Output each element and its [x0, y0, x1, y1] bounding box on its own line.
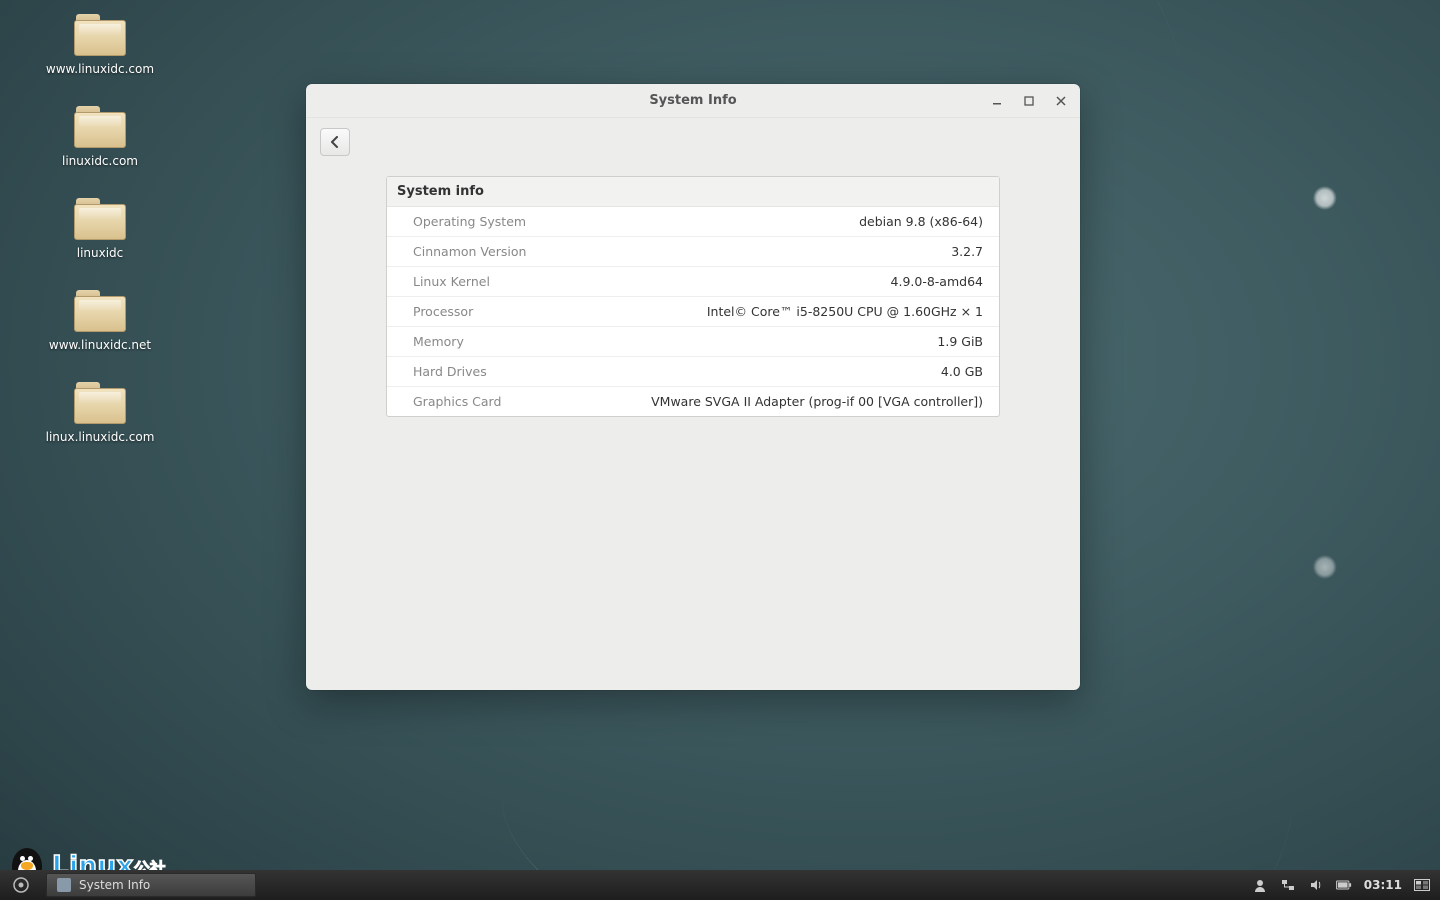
titlebar[interactable]: System Info [306, 84, 1080, 118]
info-row-cinnamon: Cinnamon Version 3.2.7 [387, 237, 999, 267]
clock[interactable]: 03:11 [1364, 878, 1402, 892]
menu-icon [12, 876, 30, 894]
info-label: Hard Drives [413, 364, 487, 379]
info-row-drives: Hard Drives 4.0 GB [387, 357, 999, 387]
info-label: Linux Kernel [413, 274, 490, 289]
info-row-memory: Memory 1.9 GiB [387, 327, 999, 357]
chevron-left-icon [329, 136, 341, 148]
desktop-folder[interactable]: linux.linuxidc.com [40, 382, 160, 444]
taskbar-left: System Info [0, 870, 256, 900]
info-value: Intel© Core™ i5-8250U CPU @ 1.60GHz × 1 [707, 304, 983, 319]
info-value: 1.9 GiB [937, 334, 983, 349]
info-row-kernel: Linux Kernel 4.9.0-8-amd64 [387, 267, 999, 297]
workspace-switcher-icon[interactable] [1414, 877, 1430, 893]
desktop-icon-label: linux.linuxidc.com [46, 430, 155, 444]
info-label: Cinnamon Version [413, 244, 526, 259]
battery-icon[interactable] [1336, 877, 1352, 893]
desktop-folder[interactable]: www.linuxidc.com [40, 14, 160, 76]
section-header: System info [387, 177, 999, 207]
back-button[interactable] [320, 128, 350, 156]
folder-icon [74, 382, 126, 424]
taskbar: System Info 03:11 [0, 870, 1440, 900]
window-content: System info Operating System debian 9.8 … [306, 168, 1080, 437]
task-app-icon [57, 878, 71, 892]
info-row-os: Operating System debian 9.8 (x86-64) [387, 207, 999, 237]
minimize-button[interactable] [990, 94, 1004, 108]
desktop-icons: www.linuxidc.com linuxidc.com linuxidc w… [40, 14, 160, 444]
desktop-folder[interactable]: linuxidc [40, 198, 160, 260]
info-value: VMware SVGA II Adapter (prog-if 00 [VGA … [651, 394, 983, 409]
desktop: www.linuxidc.com linuxidc.com linuxidc w… [0, 0, 1440, 900]
system-tray: 03:11 [1252, 870, 1440, 900]
folder-icon [74, 14, 126, 56]
window-toolbar [306, 118, 1080, 168]
info-value: 4.0 GB [941, 364, 983, 379]
taskbar-task-system-info[interactable]: System Info [46, 873, 256, 897]
info-value: 3.2.7 [951, 244, 983, 259]
info-label: Operating System [413, 214, 526, 229]
window-title: System Info [649, 93, 736, 108]
maximize-button[interactable] [1022, 94, 1036, 108]
info-label: Processor [413, 304, 473, 319]
info-label: Memory [413, 334, 464, 349]
desktop-folder[interactable]: linuxidc.com [40, 106, 160, 168]
desktop-icon-label: linuxidc.com [62, 154, 138, 168]
desktop-icon-label: www.linuxidc.com [46, 62, 154, 76]
user-icon[interactable] [1252, 877, 1268, 893]
desktop-folder[interactable]: www.linuxidc.net [40, 290, 160, 352]
info-row-graphics: Graphics Card VMware SVGA II Adapter (pr… [387, 387, 999, 416]
info-row-processor: Processor Intel© Core™ i5-8250U CPU @ 1.… [387, 297, 999, 327]
desktop-icon-label: www.linuxidc.net [49, 338, 151, 352]
system-info-panel: System info Operating System debian 9.8 … [386, 176, 1000, 417]
network-icon[interactable] [1280, 877, 1296, 893]
info-value: 4.9.0-8-amd64 [891, 274, 983, 289]
window-controls [990, 84, 1068, 118]
close-button[interactable] [1054, 94, 1068, 108]
folder-icon [74, 106, 126, 148]
system-info-window: System Info System info [306, 84, 1080, 690]
info-label: Graphics Card [413, 394, 501, 409]
info-value: debian 9.8 (x86-64) [859, 214, 983, 229]
folder-icon [74, 290, 126, 332]
menu-button[interactable] [0, 870, 42, 900]
task-label: System Info [79, 878, 150, 892]
folder-icon [74, 198, 126, 240]
desktop-icon-label: linuxidc [77, 246, 124, 260]
volume-icon[interactable] [1308, 877, 1324, 893]
